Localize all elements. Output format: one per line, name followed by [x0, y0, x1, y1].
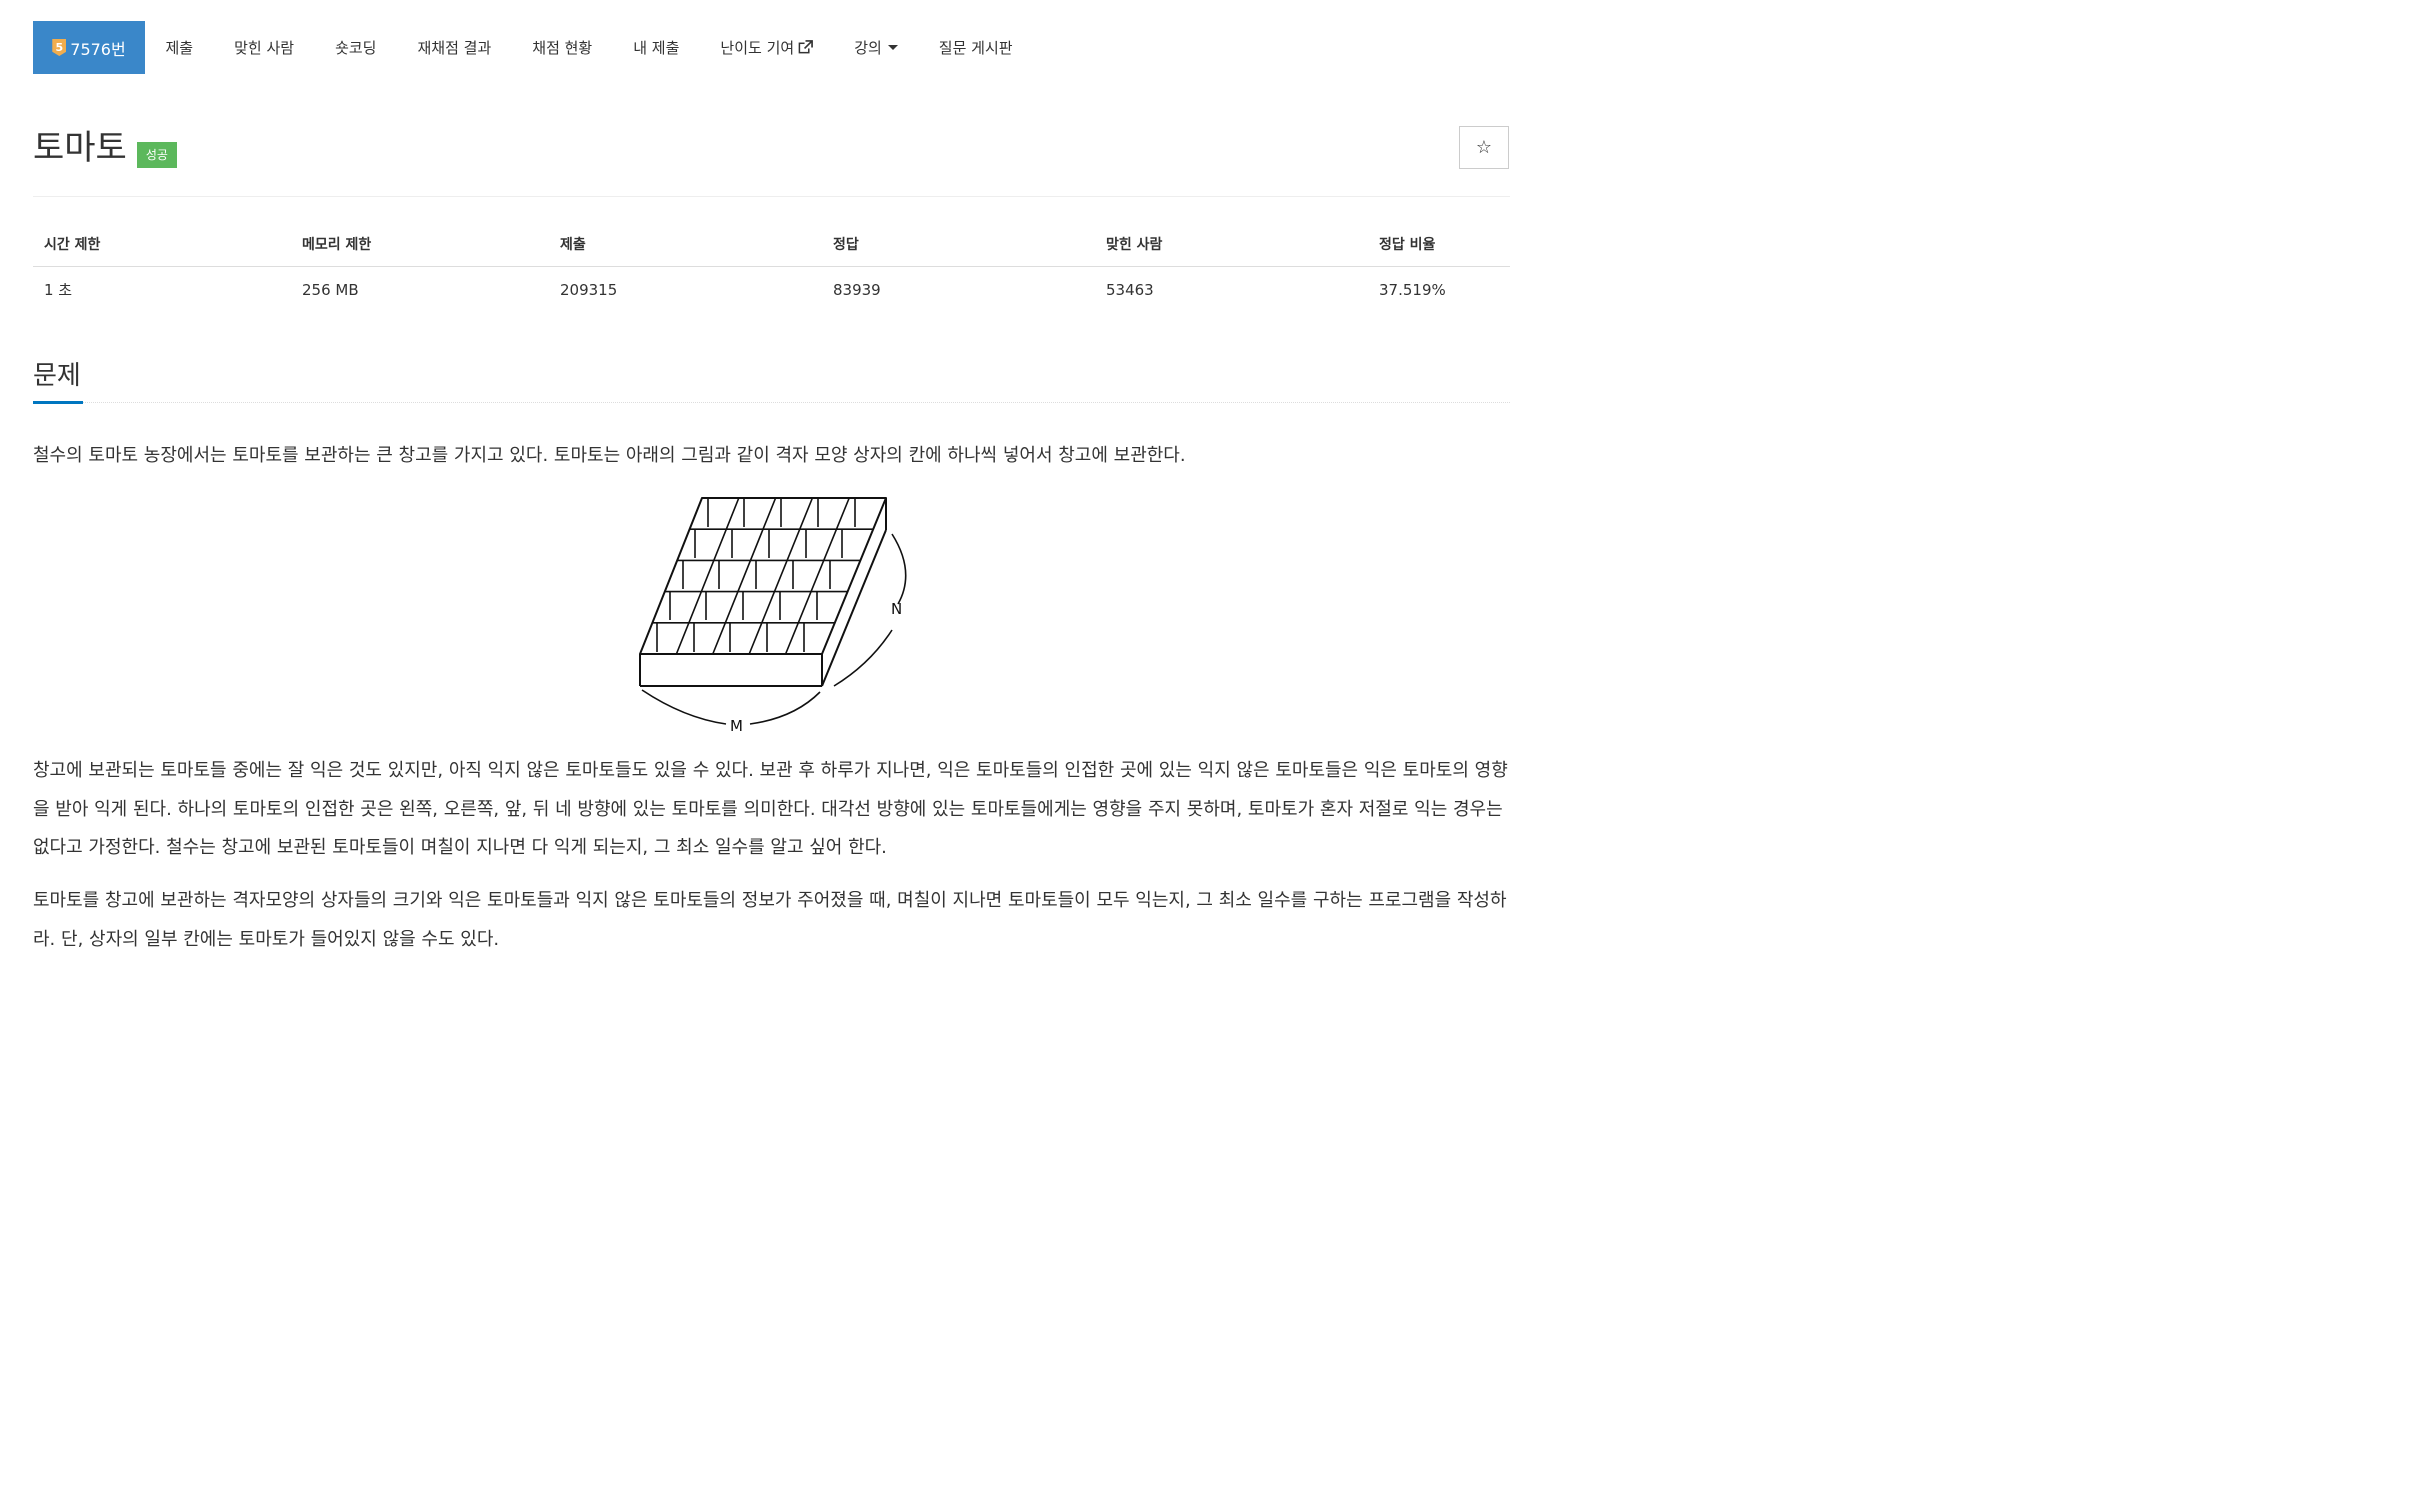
figure-label-m: M	[730, 717, 743, 735]
nav-submit[interactable]: 제출	[145, 37, 214, 58]
section-divider	[33, 402, 1510, 403]
tomato-box-figure: N M	[639, 497, 907, 735]
caret-down-icon	[887, 45, 898, 50]
value-accept-ratio: 37.519%	[1379, 280, 1446, 299]
header-time-limit: 시간 제한	[33, 222, 291, 267]
status-badge: 성공	[136, 142, 177, 168]
nav-short-coding[interactable]: 숏코딩	[315, 37, 397, 58]
page: 5 7576번 제출 맞힌 사람 숏코딩 재채점 결과 채점 현황 내 제출 난…	[0, 0, 1544, 956]
star-icon: ☆	[1475, 137, 1493, 158]
nav-question-board[interactable]: 질문 게시판	[918, 37, 1033, 58]
problem-paragraph-2: 창고에 보관되는 토마토들 중에는 잘 익은 것도 있지만, 아직 익지 않은 …	[33, 760, 1508, 858]
section-heading-underline	[33, 401, 83, 404]
problem-nav: 5 7576번 제출 맞힌 사람 숏코딩 재채점 결과 채점 현황 내 제출 난…	[33, 21, 1033, 74]
value-submissions: 209315	[560, 280, 618, 299]
nav-difficulty-label: 난이도 기여	[720, 39, 795, 57]
nav-problem-number[interactable]: 5 7576번	[33, 21, 145, 74]
problem-paragraph-1: 철수의 토마토 농장에서는 토마토를 보관하는 큰 창고를 가지고 있다. 토마…	[33, 445, 1186, 466]
problem-paragraph-3: 토마토를 창고에 보관하는 격자모양의 상자들의 크기와 익은 토마토들과 익지…	[33, 890, 1507, 950]
problem-title: 토마토	[33, 128, 127, 168]
header-accept-ratio: 정답 비율	[1368, 222, 1510, 267]
tier-badge-icon: 5	[52, 39, 67, 56]
problem-number-label: 7576번	[70, 39, 126, 59]
favorite-star-button[interactable]: ☆	[1459, 126, 1509, 169]
nav-judge-status[interactable]: 채점 현황	[512, 37, 613, 58]
value-memory-limit: 256 MB	[302, 280, 359, 299]
external-link-icon	[798, 40, 814, 54]
nav-difficulty-contribution[interactable]: 난이도 기여	[700, 37, 834, 58]
nav-my-submissions[interactable]: 내 제출	[613, 37, 700, 58]
info-value-row: 1 초 256 MB 209315 83939 53463 37.519%	[33, 267, 1510, 313]
figure-label-n: N	[891, 600, 902, 618]
nav-lectures-dropdown[interactable]: 강의	[834, 37, 919, 58]
value-solved-users: 53463	[1106, 280, 1154, 299]
title-divider	[33, 196, 1510, 197]
header-accepted: 정답	[822, 222, 1095, 267]
nav-rejudge-results[interactable]: 재채점 결과	[397, 37, 512, 58]
value-time-limit: 1 초	[44, 281, 73, 299]
header-submissions: 제출	[549, 222, 822, 267]
nav-lectures-label: 강의	[854, 39, 882, 57]
header-memory-limit: 메모리 제한	[291, 222, 549, 267]
title-row: 토마토 성공	[33, 126, 177, 170]
info-header-row: 시간 제한 메모리 제한 제출 정답 맞힌 사람 정답 비율	[33, 222, 1510, 267]
section-heading-problem: 문제	[33, 361, 81, 391]
problem-info-table: 시간 제한 메모리 제한 제출 정답 맞힌 사람 정답 비율 1 초 256 M…	[33, 222, 1510, 312]
value-accepted: 83939	[833, 280, 881, 299]
nav-solved-users[interactable]: 맞힌 사람	[214, 37, 315, 58]
header-solved-users: 맞힌 사람	[1095, 222, 1368, 267]
